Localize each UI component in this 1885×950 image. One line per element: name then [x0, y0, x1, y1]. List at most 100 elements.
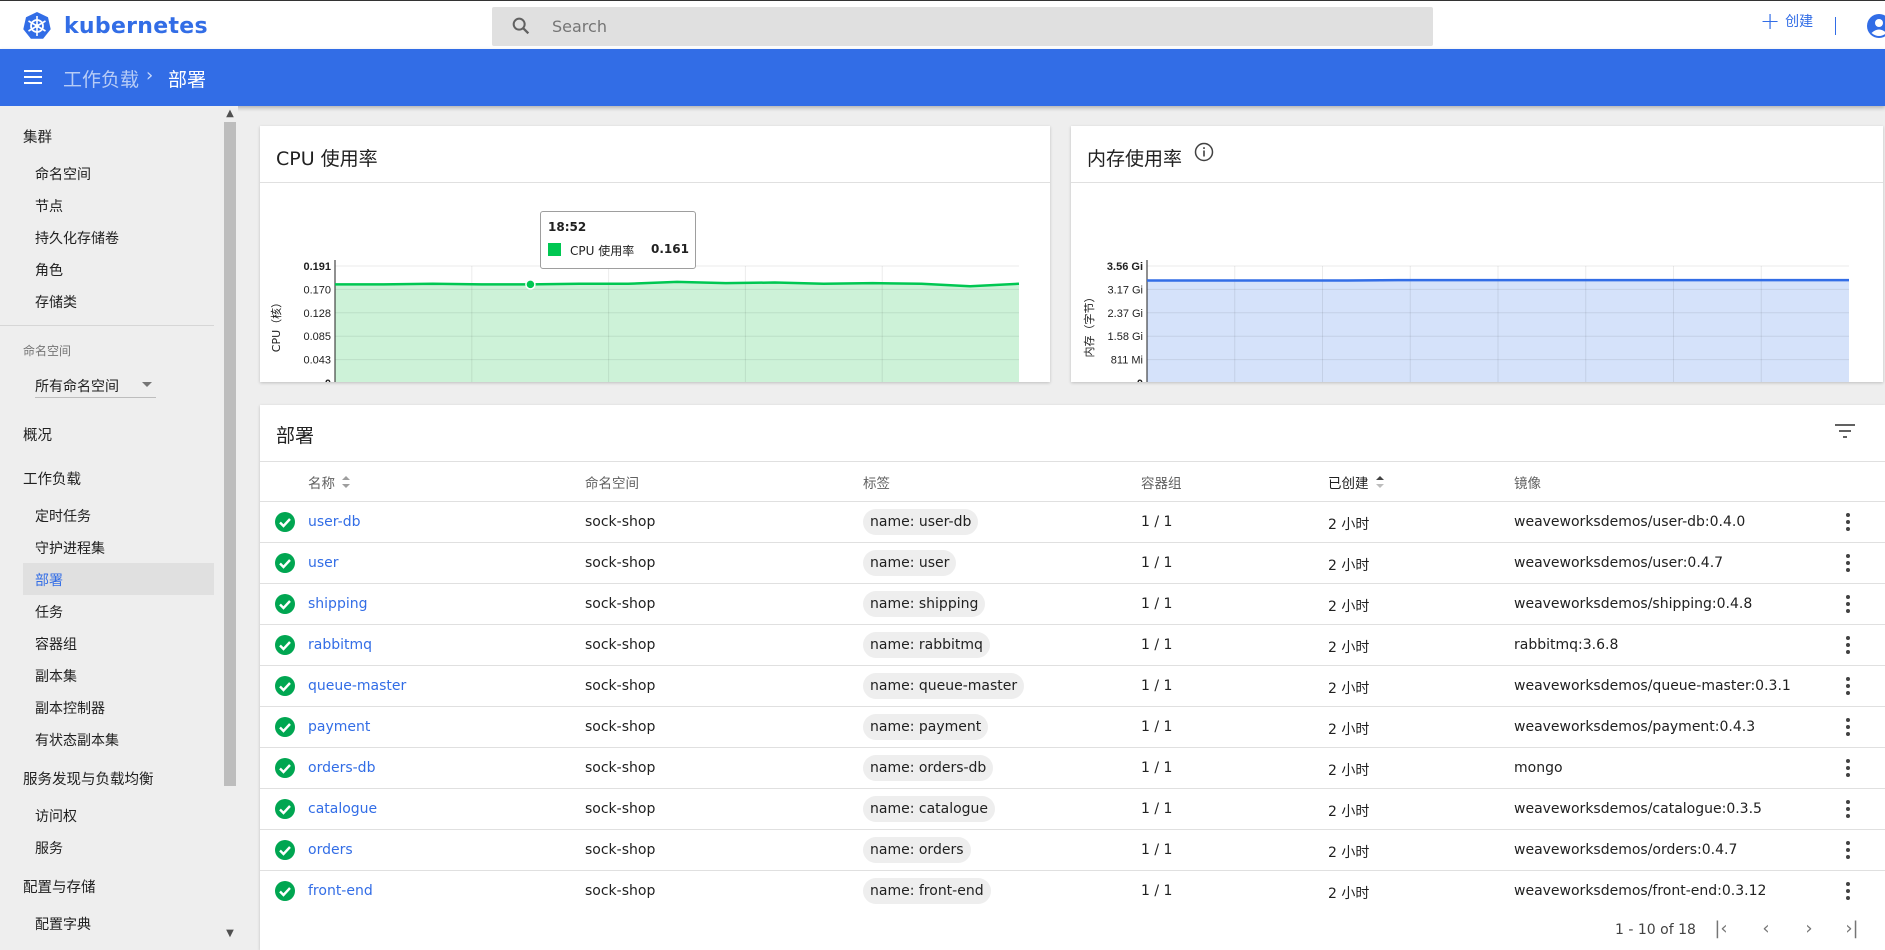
table-row[interactable]: cataloguesock-shop1 / 12 小时weaveworksdem… — [260, 788, 1885, 829]
check-circle-icon — [274, 675, 296, 697]
tooltip-value: 0.161 — [651, 242, 689, 256]
sidebar-item-config-storage[interactable]: 配置与存储 — [23, 876, 96, 897]
table-row[interactable]: paymentsock-shop1 / 12 小时weaveworksdemos… — [260, 706, 1885, 747]
create-button[interactable]: + 创建 — [1760, 11, 1813, 31]
hamburger-menu-icon[interactable] — [22, 66, 44, 88]
sidebar-item-overview[interactable]: 概况 — [23, 424, 52, 445]
sidebar-item-replication-controllers[interactable]: 副本控制器 — [35, 698, 105, 718]
memory-card-title: 内存使用率 — [1087, 144, 1182, 171]
sidebar-item-nodes[interactable]: 节点 — [35, 196, 63, 216]
check-circle-icon — [274, 511, 296, 533]
area-fill — [335, 282, 1019, 382]
memory-usage-chart[interactable]: 0811 Mi1.58 Gi2.37 Gi3.17 Gi3.56 Gi18:48… — [1071, 182, 1883, 382]
logo-text: kubernetes — [64, 14, 208, 39]
deployment-name-link[interactable]: shipping — [308, 596, 367, 612]
deployment-image: weaveworksdemos/user:0.4.7 — [1514, 555, 1723, 571]
more-vert-icon[interactable] — [1845, 594, 1851, 614]
breadcrumb-current: 部署 — [168, 65, 206, 92]
sidebar-item-discovery[interactable]: 服务发现与负载均衡 — [23, 768, 154, 789]
sidebar-item-replicasets[interactable]: 副本集 — [35, 666, 77, 686]
breadcrumb-workloads[interactable]: 工作负载 — [63, 65, 139, 92]
deployment-name-link[interactable]: user — [308, 555, 339, 571]
deployment-name-link[interactable]: user-db — [308, 514, 360, 530]
search-input[interactable] — [552, 7, 1412, 46]
more-vert-icon[interactable] — [1845, 881, 1851, 901]
kubernetes-logo[interactable]: kubernetes — [22, 11, 208, 41]
more-vert-icon[interactable] — [1845, 512, 1851, 532]
prev-page-icon[interactable]: ‹ — [1754, 918, 1778, 940]
deployment-pods: 1 / 1 — [1141, 678, 1172, 694]
sidebar-item-workloads[interactable]: 工作负载 — [23, 468, 81, 489]
account-icon[interactable] — [1866, 13, 1885, 39]
column-header-created[interactable]: 已创建 — [1328, 472, 1385, 492]
sidebar-item-configmaps[interactable]: 配置字典 — [35, 914, 91, 934]
deployment-name-link[interactable]: catalogue — [308, 801, 377, 817]
sidebar-item-cluster[interactable]: 集群 — [23, 126, 52, 147]
sidebar-item-persistent-volumes[interactable]: 持久化存储卷 — [35, 228, 119, 248]
divider — [0, 325, 214, 326]
scrollbar-thumb[interactable] — [224, 122, 236, 786]
filter-icon[interactable] — [1835, 423, 1855, 439]
sidebar-item-storage-classes[interactable]: 存储类 — [35, 292, 77, 312]
sidebar-item-services[interactable]: 服务 — [35, 838, 63, 858]
cpu-usage-card: CPU 使用率 00.0430.0850.1280.1700.19118:481… — [260, 126, 1050, 382]
more-vert-icon[interactable] — [1845, 635, 1851, 655]
sidebar-item-deployments[interactable]: 部署 — [35, 570, 63, 590]
check-circle-icon — [274, 798, 296, 820]
sidebar-item-ingresses[interactable]: 访问权 — [35, 806, 77, 826]
check-circle-icon — [274, 634, 296, 656]
column-header-images: 镜像 — [1514, 472, 1541, 492]
sidebar-item-cronjobs[interactable]: 定时任务 — [35, 506, 91, 526]
deployment-pods: 1 / 1 — [1141, 555, 1172, 571]
first-page-icon[interactable]: |‹ — [1709, 918, 1733, 940]
sidebar-item-roles[interactable]: 角色 — [35, 260, 63, 280]
table-row[interactable]: usersock-shop1 / 12 小时weaveworksdemos/us… — [260, 542, 1885, 583]
table-row[interactable]: rabbitmqsock-shop1 / 12 小时rabbitmq:3.6.8… — [260, 624, 1885, 665]
sidebar-item-namespaces[interactable]: 命名空间 — [35, 164, 91, 184]
deployment-name-link[interactable]: orders — [308, 842, 353, 858]
table-row[interactable]: orderssock-shop1 / 12 小时weaveworksdemos/… — [260, 829, 1885, 870]
deployment-created: 2 小时 — [1328, 514, 1369, 534]
table-row[interactable]: orders-dbsock-shop1 / 12 小时mongoname: or… — [260, 747, 1885, 788]
sidebar-item-pods[interactable]: 容器组 — [35, 634, 77, 654]
scroll-up-icon[interactable]: ▲ — [225, 109, 235, 119]
table-row[interactable]: shippingsock-shop1 / 12 小时weaveworksdemo… — [260, 583, 1885, 624]
cpu-card-title: CPU 使用率 — [276, 144, 378, 171]
check-circle-icon — [274, 552, 296, 574]
column-header-name-label: 名称 — [308, 472, 335, 492]
table-row[interactable]: front-endsock-shop1 / 12 小时weaveworksdem… — [260, 870, 1885, 911]
deployment-namespace: sock-shop — [585, 883, 655, 899]
deployment-name-link[interactable]: queue-master — [308, 678, 406, 694]
more-vert-icon[interactable] — [1845, 840, 1851, 860]
more-vert-icon[interactable] — [1845, 758, 1851, 778]
create-label: 创建 — [1785, 11, 1813, 31]
deployment-name-link[interactable]: rabbitmq — [308, 637, 372, 653]
sidebar-item-jobs[interactable]: 任务 — [35, 602, 63, 622]
deployment-created: 2 小时 — [1328, 842, 1369, 862]
next-page-icon[interactable]: › — [1797, 918, 1821, 940]
column-header-name[interactable]: 名称 — [308, 472, 351, 492]
sidebar-scrollbar[interactable]: ▲ ▼ — [222, 106, 238, 942]
search-bar[interactable] — [492, 7, 1433, 46]
deployment-created: 2 小时 — [1328, 760, 1369, 780]
namespace-select[interactable]: 所有命名空间 — [35, 368, 156, 398]
last-page-icon[interactable]: ›| — [1840, 918, 1864, 940]
sidebar-item-statefulsets[interactable]: 有状态副本集 — [35, 730, 119, 750]
more-vert-icon[interactable] — [1845, 717, 1851, 737]
more-vert-icon[interactable] — [1845, 799, 1851, 819]
table-row[interactable]: queue-mastersock-shop1 / 12 小时weaveworks… — [260, 665, 1885, 706]
more-vert-icon[interactable] — [1845, 676, 1851, 696]
deployment-namespace: sock-shop — [585, 555, 655, 571]
deployment-name-link[interactable]: front-end — [308, 883, 373, 899]
more-vert-icon[interactable] — [1845, 553, 1851, 573]
top-bar: kubernetes + 创建 — [0, 0, 1885, 49]
check-circle-icon — [274, 757, 296, 779]
deployment-name-link[interactable]: orders-db — [308, 760, 375, 776]
deployment-name-link[interactable]: payment — [308, 719, 370, 735]
scroll-down-icon[interactable]: ▼ — [225, 929, 235, 939]
table-row[interactable]: user-dbsock-shop1 / 12 小时weaveworksdemos… — [260, 501, 1885, 542]
y-tick-label: 0.191 — [303, 261, 331, 273]
deployment-created: 2 小时 — [1328, 801, 1369, 821]
sidebar-item-daemonsets[interactable]: 守护进程集 — [35, 538, 105, 558]
info-icon[interactable] — [1194, 142, 1214, 162]
